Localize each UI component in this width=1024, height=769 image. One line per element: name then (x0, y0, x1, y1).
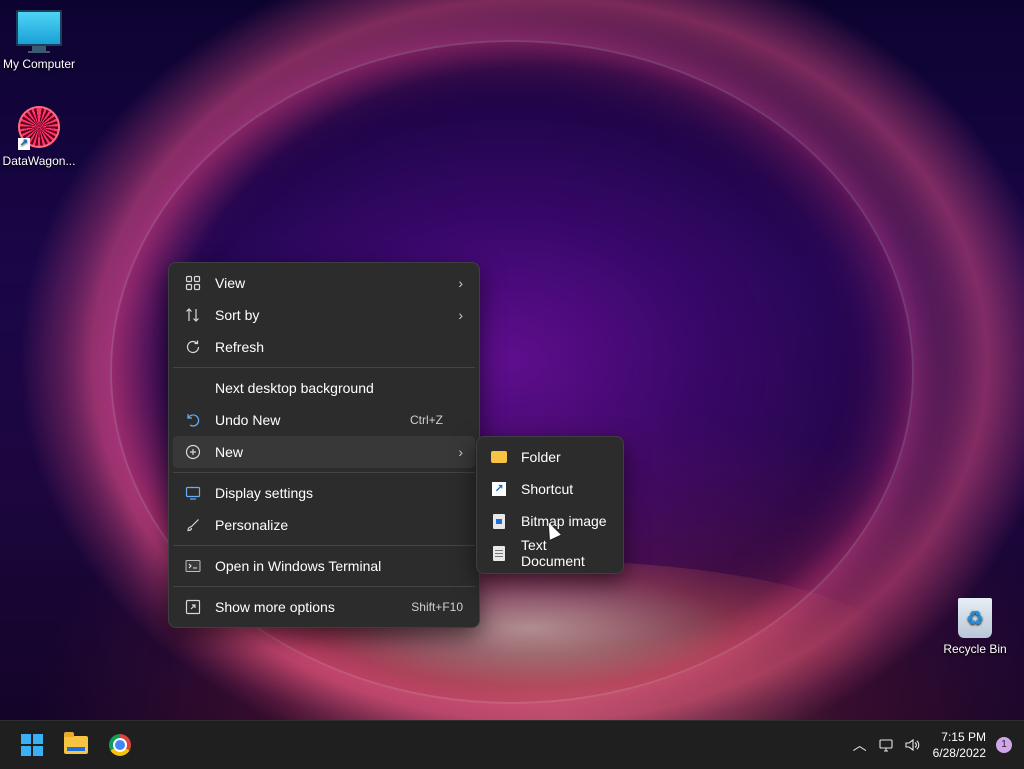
menu-item-label: Personalize (215, 517, 289, 533)
chrome-button[interactable] (100, 725, 140, 765)
submenu-item-text-document[interactable]: Text Document (481, 537, 619, 569)
menu-item-label: Sort by (215, 307, 260, 323)
menu-item-view[interactable]: View › (173, 267, 475, 299)
chevron-right-icon: › (458, 307, 463, 323)
menu-item-label: Next desktop background (215, 380, 374, 396)
volume-icon[interactable] (899, 730, 925, 760)
menu-item-open-terminal[interactable]: Open in Windows Terminal (173, 550, 475, 582)
submenu-item-folder[interactable]: Folder (481, 441, 619, 473)
desktop-icon-recycle-bin[interactable]: Recycle Bin (936, 598, 1014, 656)
network-icon[interactable] (873, 730, 899, 760)
new-plus-icon (183, 442, 203, 462)
bitmap-icon (489, 511, 509, 531)
brush-icon (183, 515, 203, 535)
terminal-icon (183, 556, 203, 576)
desktop-icon-label: DataWagon... (2, 154, 76, 168)
menu-item-label: Open in Windows Terminal (215, 558, 382, 574)
menu-item-undo-new[interactable]: Undo New Ctrl+Z (173, 404, 475, 436)
menu-item-label: New (215, 444, 244, 460)
menu-item-label: Folder (521, 449, 561, 465)
clock-time: 7:15 PM (941, 730, 986, 744)
start-button[interactable] (12, 725, 52, 765)
desktop-icon-label: Recycle Bin (943, 642, 1007, 656)
clock-date: 6/28/2022 (932, 746, 986, 760)
menu-item-refresh[interactable]: Refresh (173, 331, 475, 363)
menu-item-next-desktop-background[interactable]: Next desktop background (173, 372, 475, 404)
new-submenu: Folder ↗ Shortcut Bitmap image Text Docu… (476, 436, 624, 574)
menu-item-show-more-options[interactable]: Show more options Shift+F10 (173, 591, 475, 623)
chevron-right-icon: › (458, 444, 463, 460)
menu-item-new[interactable]: New › (173, 436, 475, 468)
sort-icon (183, 305, 203, 325)
desktop-context-menu: View › Sort by › Refresh Next desktop ba… (168, 262, 480, 628)
chevron-right-icon: › (458, 275, 463, 291)
text-document-icon (489, 543, 509, 563)
menu-item-display-settings[interactable]: Display settings (173, 477, 475, 509)
refresh-icon (183, 337, 203, 357)
recycle-bin-icon (958, 598, 992, 638)
menu-separator (173, 367, 475, 368)
file-explorer-icon (64, 732, 88, 754)
menu-separator (173, 586, 475, 587)
chrome-icon (109, 734, 131, 756)
display-icon (183, 483, 203, 503)
menu-item-label: Text Document (521, 537, 585, 569)
notification-badge[interactable]: 1 (996, 737, 1012, 753)
shortcut-icon: ↗ (489, 479, 509, 499)
windows-start-icon (21, 734, 43, 756)
menu-item-label: Show more options (215, 599, 335, 615)
menu-item-shortcut: Ctrl+Z (410, 413, 443, 427)
menu-item-label: Display settings (215, 485, 314, 501)
menu-item-shortcut: Shift+F10 (411, 600, 463, 614)
computer-icon (16, 10, 62, 53)
folder-icon (489, 447, 509, 467)
menu-separator (173, 545, 475, 546)
desktop-icon-my-computer[interactable]: My Computer (0, 10, 78, 71)
grid-icon (183, 273, 203, 293)
undo-icon (183, 410, 203, 430)
menu-item-label: Shortcut (521, 481, 574, 497)
menu-item-label: Bitmap image (521, 513, 607, 529)
menu-item-label: Undo New (215, 412, 281, 428)
taskbar: ︿ 7:15 PM 6/28/2022 1 (0, 720, 1024, 769)
menu-item-personalize[interactable]: Personalize (173, 509, 475, 541)
menu-separator (173, 472, 475, 473)
menu-item-label: Refresh (215, 339, 265, 355)
desktop-icon-label: My Computer (2, 57, 76, 71)
show-hidden-icons-chevron-icon[interactable]: ︿ (847, 730, 873, 760)
clock[interactable]: 7:15 PM 6/28/2022 (933, 729, 986, 761)
desktop-icon-datawagon[interactable]: ↗ DataWagon... (0, 106, 78, 168)
more-options-icon (183, 597, 203, 617)
submenu-item-shortcut[interactable]: ↗ Shortcut (481, 473, 619, 505)
datawagon-shortcut-icon: ↗ (18, 106, 60, 150)
menu-item-sort-by[interactable]: Sort by › (173, 299, 475, 331)
menu-item-label: View (215, 275, 246, 291)
system-tray: ︿ 7:15 PM 6/28/2022 1 (847, 721, 1024, 769)
file-explorer-button[interactable] (56, 725, 96, 765)
